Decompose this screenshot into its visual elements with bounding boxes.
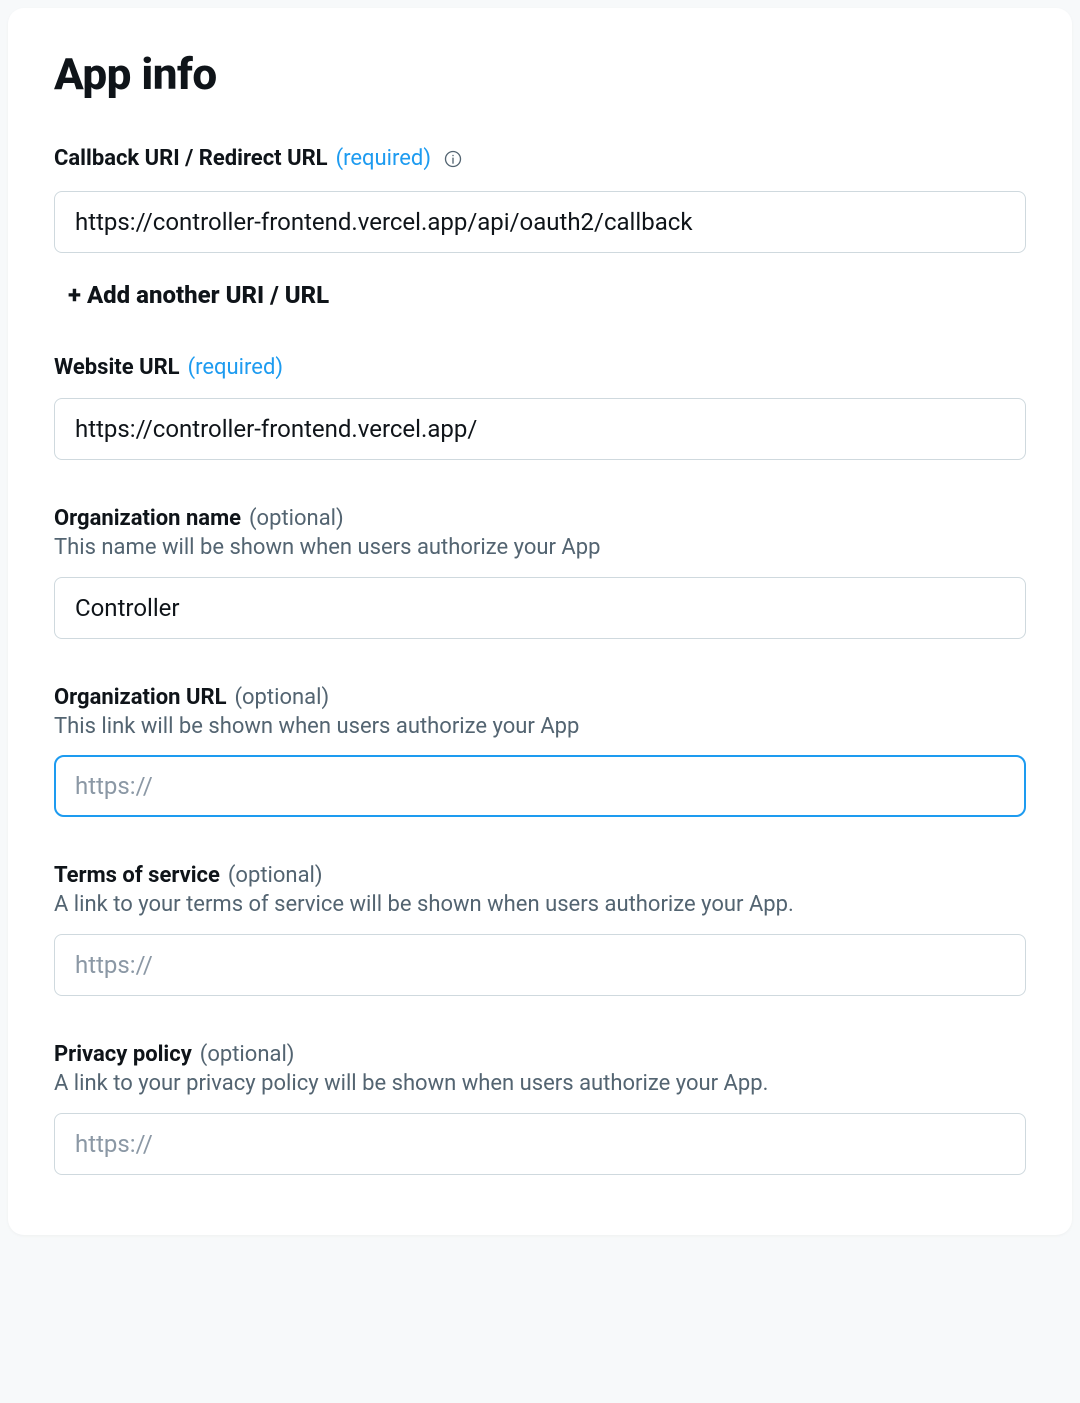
callback-input[interactable] [54,191,1026,253]
privacy-group: Privacy policy (optional) A link to your… [54,1042,1026,1175]
tos-label: Terms of service [54,863,220,888]
tos-label-row: Terms of service (optional) [54,863,1026,888]
callback-group: Callback URI / Redirect URL (required) +… [54,146,1026,309]
website-input[interactable] [54,398,1026,460]
org-name-label-row: Organization name (optional) [54,506,1026,531]
tos-helper: A link to your terms of service will be … [54,890,1026,920]
privacy-label: Privacy policy [54,1042,192,1067]
callback-label-row: Callback URI / Redirect URL (required) [54,146,1026,171]
org-url-input[interactable] [54,755,1026,817]
plus-icon: + [68,281,81,309]
org-url-helper: This link will be shown when users autho… [54,712,1026,742]
tos-input[interactable] [54,934,1026,996]
org-name-optional-tag: (optional) [249,506,344,531]
privacy-input[interactable] [54,1113,1026,1175]
page-title: App info [54,48,1026,100]
privacy-optional-tag: (optional) [200,1042,295,1067]
org-name-helper: This name will be shown when users autho… [54,533,1026,563]
website-group: Website URL (required) [54,355,1026,460]
website-label-row: Website URL (required) [54,355,1026,380]
privacy-helper: A link to your privacy policy will be sh… [54,1069,1026,1099]
app-info-card: App info Callback URI / Redirect URL (re… [8,8,1072,1235]
website-label: Website URL [54,355,180,380]
tos-optional-tag: (optional) [228,863,323,888]
org-name-group: Organization name (optional) This name w… [54,506,1026,639]
add-another-label: Add another URI / URL [87,281,329,309]
add-another-uri-button[interactable]: + Add another URI / URL [68,281,329,309]
info-icon[interactable] [443,149,463,169]
org-url-optional-tag: (optional) [234,685,329,710]
org-url-label-row: Organization URL (optional) [54,685,1026,710]
tos-group: Terms of service (optional) A link to yo… [54,863,1026,996]
org-url-label: Organization URL [54,685,226,710]
org-name-label: Organization name [54,506,241,531]
privacy-label-row: Privacy policy (optional) [54,1042,1026,1067]
callback-label: Callback URI / Redirect URL [54,146,328,171]
callback-required-tag: (required) [336,146,431,171]
org-name-input[interactable] [54,577,1026,639]
website-required-tag: (required) [188,355,283,380]
org-url-group: Organization URL (optional) This link wi… [54,685,1026,818]
